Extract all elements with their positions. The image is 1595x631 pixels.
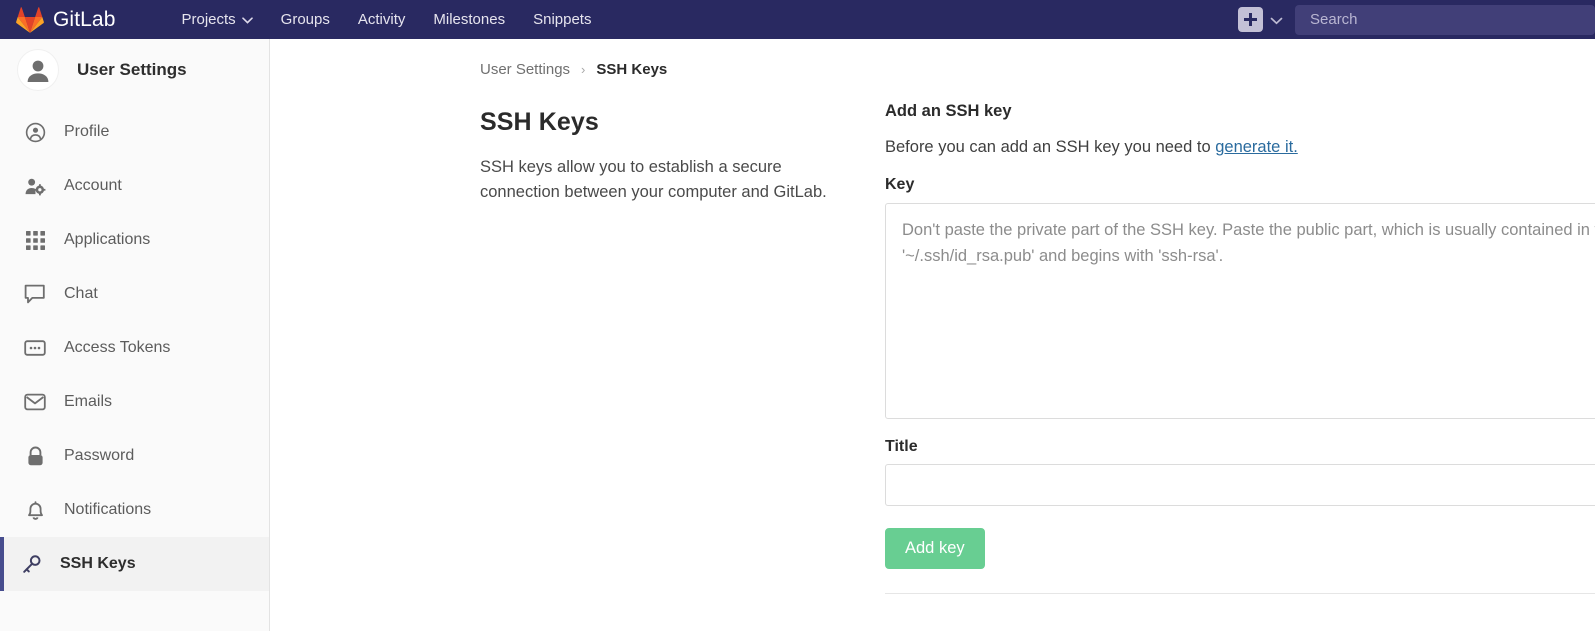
- nav-link-activity[interactable]: Activity: [344, 0, 420, 39]
- sidebar-item-password-label: Password: [64, 447, 135, 464]
- sidebar-item-applications-label: Applications: [64, 231, 151, 248]
- title-input[interactable]: [885, 464, 1595, 506]
- breadcrumb-current: SSH Keys: [596, 61, 668, 78]
- form-heading: Add an SSH key: [885, 102, 1012, 120]
- lock-icon: [24, 445, 46, 467]
- key-field-label: Key: [885, 176, 915, 193]
- sidebar-item-access-tokens[interactable]: Access Tokens: [0, 321, 269, 375]
- navbar-right-group: [1238, 0, 1595, 39]
- gitlab-fox-logo-icon: [16, 6, 44, 33]
- add-key-button[interactable]: Add key: [885, 528, 985, 569]
- breadcrumb-separator-icon: ›: [581, 62, 586, 77]
- nav-link-groups[interactable]: Groups: [267, 0, 344, 39]
- sidebar-item-chat-label: Chat: [64, 285, 98, 302]
- sidebar-item-applications[interactable]: Applications: [0, 213, 269, 267]
- sidebar-item-notifications-label: Notifications: [64, 501, 152, 518]
- main-content: User Settings › SSH Keys SSH Keys SSH ke…: [271, 39, 1595, 631]
- sidebar-item-account-label: Account: [64, 177, 122, 194]
- nav-link-snippets[interactable]: Snippets: [519, 0, 605, 39]
- primary-nav: Projects Groups Activity Milestones Snip…: [167, 0, 605, 39]
- new-item-button[interactable]: [1238, 7, 1263, 32]
- sidebar-item-emails-label: Emails: [64, 393, 113, 410]
- token-card-icon: [24, 337, 46, 359]
- gitlab-brand[interactable]: GitLab: [16, 0, 115, 39]
- sidebar-item-notifications[interactable]: Notifications: [0, 483, 269, 537]
- nav-link-milestones[interactable]: Milestones: [419, 0, 519, 39]
- add-ssh-key-form: Add an SSH key Before you can add an SSH…: [885, 102, 1595, 594]
- avatar: [17, 49, 59, 91]
- sidebar-item-profile[interactable]: Profile: [0, 105, 269, 159]
- user-gear-icon: [24, 175, 46, 197]
- sidebar-item-emails[interactable]: Emails: [0, 375, 269, 429]
- nav-link-projects[interactable]: Projects: [167, 0, 266, 39]
- form-subtext: Before you can add an SSH key you need t…: [885, 138, 1595, 157]
- search-input[interactable]: [1310, 11, 1595, 28]
- user-circle-icon: [24, 121, 46, 143]
- form-subtext-text: Before you can add an SSH key you need t…: [885, 138, 1216, 156]
- bell-icon: [24, 499, 46, 521]
- sidebar-title: User Settings: [77, 60, 187, 79]
- sidebar-item-ssh-keys[interactable]: SSH Keys: [0, 537, 269, 591]
- new-item-chevron-down-icon[interactable]: [1270, 12, 1283, 28]
- chat-bubble-icon: [24, 283, 46, 305]
- page-title: SSH Keys: [480, 108, 599, 136]
- sidebar-item-access-tokens-label: Access Tokens: [64, 339, 171, 356]
- sidebar-item-ssh-keys-label: SSH Keys: [60, 555, 136, 572]
- sidebar-item-chat[interactable]: Chat: [0, 267, 269, 321]
- section-divider: [885, 592, 1595, 594]
- nav-link-projects-label: Projects: [181, 11, 236, 28]
- key-icon: [20, 553, 42, 575]
- sidebar-item-account[interactable]: Account: [0, 159, 269, 213]
- settings-sidebar: User Settings Profile Account Applicatio…: [0, 39, 270, 631]
- top-navbar: GitLab Projects Groups Activity Mileston…: [0, 0, 1595, 39]
- sidebar-nav: Profile Account Applications Chat Access…: [0, 105, 269, 591]
- sidebar-header: User Settings: [0, 39, 269, 101]
- settings-section: SSH Keys SSH keys allow you to establish…: [271, 102, 1595, 594]
- envelope-icon: [24, 391, 46, 413]
- brand-name: GitLab: [53, 7, 116, 31]
- plus-icon: [1244, 13, 1257, 26]
- user-avatar-icon: [27, 60, 49, 82]
- settings-description-column: SSH Keys SSH keys allow you to establish…: [480, 108, 885, 594]
- search-box[interactable]: [1295, 4, 1595, 35]
- grid-apps-icon: [24, 229, 46, 251]
- generate-it-link[interactable]: generate it.: [1215, 138, 1298, 156]
- sidebar-item-profile-label: Profile: [64, 123, 110, 140]
- key-input[interactable]: [885, 203, 1595, 419]
- breadcrumb-parent[interactable]: User Settings: [480, 61, 570, 78]
- breadcrumb: User Settings › SSH Keys: [271, 39, 1595, 78]
- chevron-down-icon: [241, 11, 253, 28]
- title-field-label: Title: [885, 438, 918, 455]
- page-description: SSH keys allow you to establish a secure…: [480, 158, 827, 202]
- sidebar-item-password[interactable]: Password: [0, 429, 269, 483]
